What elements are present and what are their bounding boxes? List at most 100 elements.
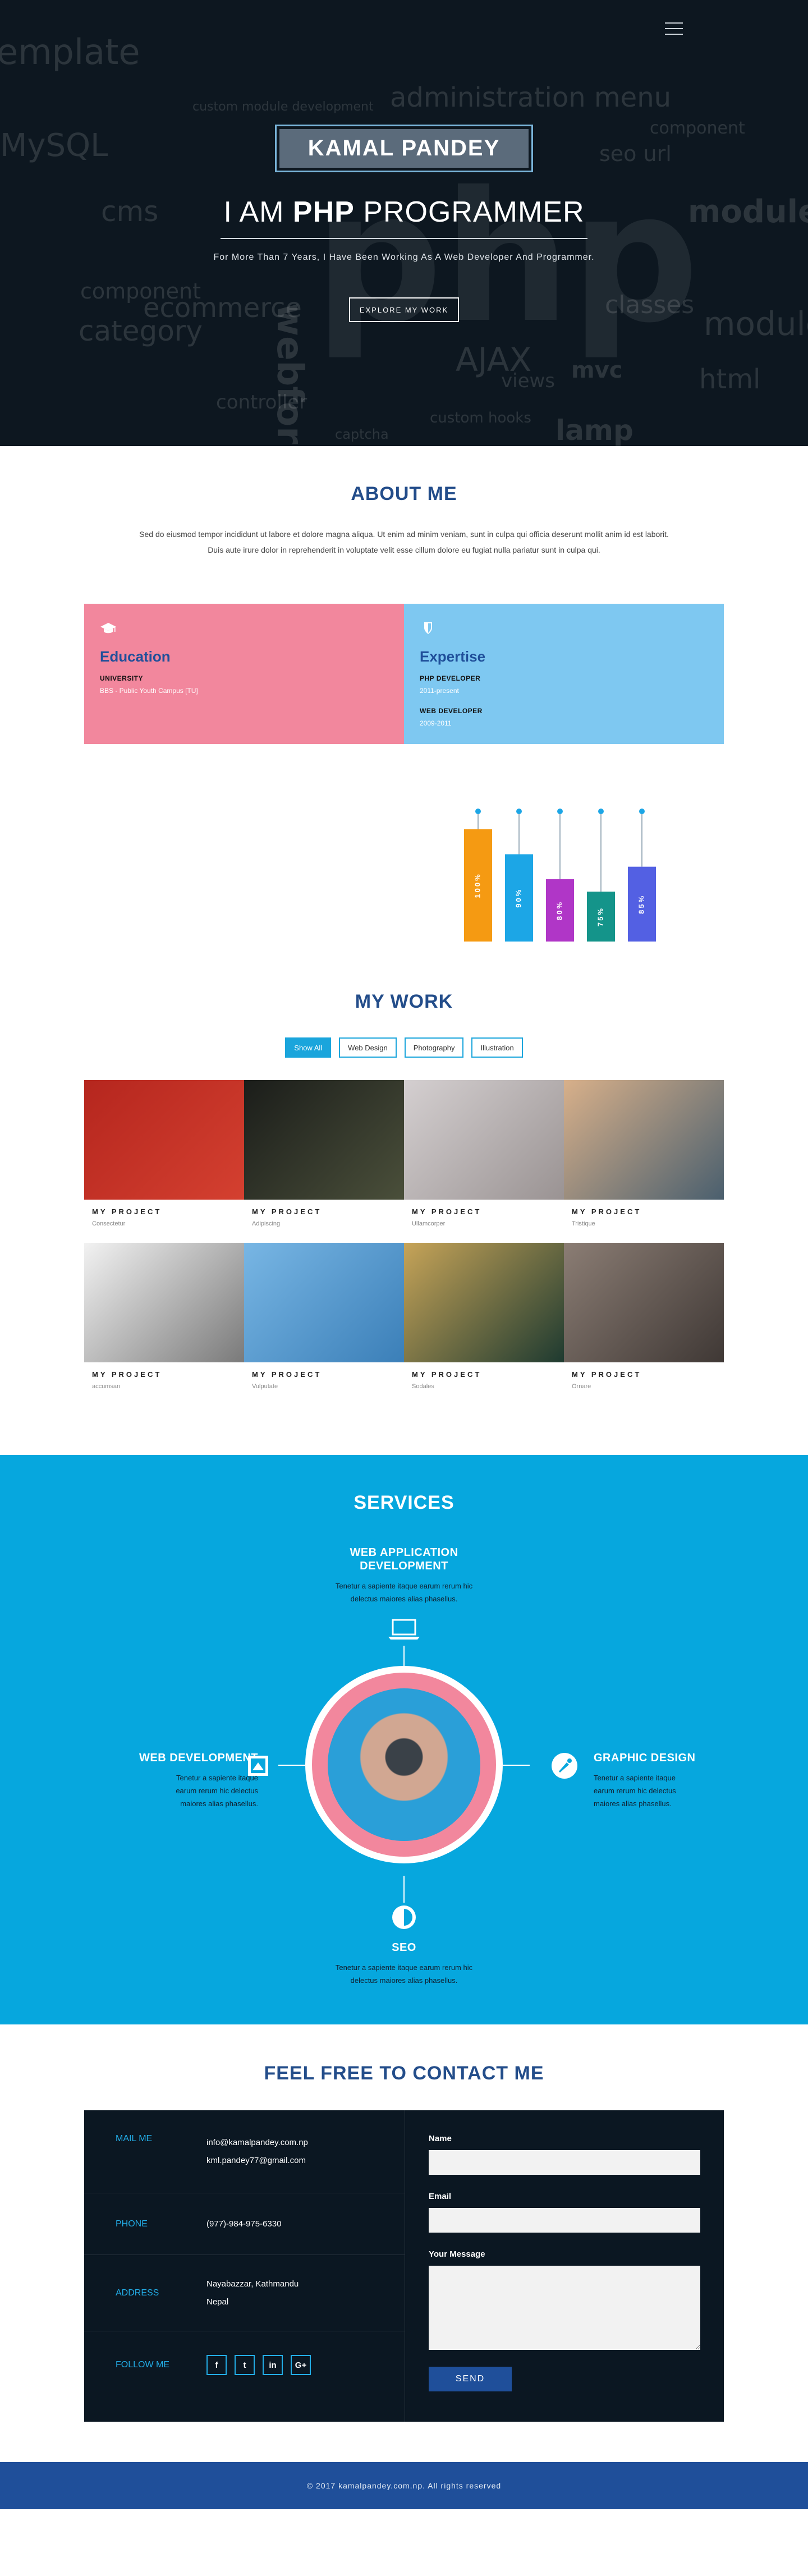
service-web-dev: WEB DEVELOPMENT Tenetur a sapiente itaqu…: [101, 1751, 258, 1810]
project-caption: MY PROJECT accumsan: [84, 1362, 244, 1390]
project-title: MY PROJECT: [572, 1207, 642, 1216]
name-input[interactable]: [429, 2150, 700, 2175]
expertise-title: Expertise: [420, 648, 486, 665]
project-tile[interactable]: MY PROJECT Adipiscing: [244, 1080, 404, 1227]
project-title: MY PROJECT: [412, 1207, 482, 1216]
filter-illustration[interactable]: Illustration: [471, 1037, 523, 1058]
follow-label: FOLLOW ME: [116, 2360, 170, 2370]
skill-bar-label: 85%: [637, 894, 645, 914]
hero-title: I AM PHP PROGRAMMER: [0, 195, 808, 229]
skill-bar-label: 100%: [473, 873, 481, 898]
expertise-row-2: 2011-present: [420, 687, 459, 695]
expertise-row-4: 2009-2011: [420, 719, 452, 727]
service-web-dev-text-1: Tenetur a sapiente itaque: [176, 1774, 258, 1782]
footer-text: © 2017 kamalpandey.com.np. All rights re…: [306, 2481, 502, 2490]
education-row-2: BBS - Public Youth Campus [TU]: [100, 687, 198, 695]
title-pre: I AM: [223, 196, 284, 228]
shield-icon: [424, 622, 432, 634]
filter-web-design[interactable]: Web Design: [339, 1037, 397, 1058]
project-image[interactable]: [244, 1080, 404, 1200]
contact-mail-row: MAIL ME info@kamalpandey.com.np kml.pand…: [84, 2110, 405, 2193]
project-tile[interactable]: MY PROJECT Tristique: [564, 1080, 724, 1227]
project-subtitle: Adipiscing: [252, 1220, 281, 1227]
project-caption: MY PROJECT Ullamcorper: [404, 1200, 564, 1227]
google-plus-icon[interactable]: G+: [291, 2355, 311, 2375]
education-title: Education: [100, 648, 171, 665]
project-caption: MY PROJECT Sodales: [404, 1362, 564, 1390]
cloud-word: mvc: [571, 357, 623, 383]
facebook-icon[interactable]: f: [206, 2355, 227, 2375]
title-post: PROGRAMMER: [363, 196, 585, 228]
about-line-1: Sed do eiusmod tempor incididunt ut labo…: [139, 530, 669, 539]
phone-value: (977)-984-975-6330: [206, 2219, 282, 2229]
project-tile[interactable]: MY PROJECT Consectetur: [84, 1080, 244, 1227]
bar-marker: [475, 809, 481, 814]
cloud-word: module: [704, 305, 808, 343]
mail-1[interactable]: info@kamalpandey.com.np: [206, 2134, 308, 2152]
send-button[interactable]: SEND: [429, 2367, 512, 2391]
project-caption: MY PROJECT Ornare: [564, 1362, 724, 1390]
title-divider: [221, 238, 587, 239]
skill-bar-label: 90%: [514, 888, 522, 908]
project-grid: MY PROJECT Consectetur MY PROJECT Adipiscin…: [0, 1080, 808, 1390]
hero-subtitle: For More Than 7 Years, I Have Been Worki…: [213, 252, 595, 262]
project-image[interactable]: [564, 1080, 724, 1200]
email-input[interactable]: [429, 2208, 700, 2233]
linkedin-icon[interactable]: in: [263, 2355, 283, 2375]
project-title: MY PROJECT: [92, 1207, 162, 1216]
project-image[interactable]: [564, 1243, 724, 1362]
project-tile[interactable]: MY PROJECT Sodales: [404, 1243, 564, 1390]
smartwatch-image: [328, 1688, 480, 1841]
cloud-word: emplate: [0, 31, 140, 72]
cloud-word: component: [650, 118, 745, 138]
about-text: Sed do eiusmod tempor incididunt ut labo…: [0, 526, 808, 558]
filter-photography[interactable]: Photography: [404, 1037, 464, 1058]
explore-work-button[interactable]: EXPLORE MY WORK: [349, 297, 459, 322]
twitter-icon[interactable]: t: [235, 2355, 255, 2375]
project-image[interactable]: [404, 1080, 564, 1200]
project-subtitle: Ornare: [572, 1383, 591, 1390]
project-title: MY PROJECT: [252, 1207, 322, 1216]
phone-label: PHONE: [116, 2219, 148, 2229]
project-tile[interactable]: MY PROJECT Ullamcorper: [404, 1080, 564, 1227]
education-row-1: UNIVERSITY: [100, 674, 144, 682]
mail-label: MAIL ME: [116, 2134, 153, 2143]
service-web-dev-title: WEB DEVELOPMENT: [139, 1752, 258, 1764]
expertise-row-3: WEB DEVELOPER: [420, 707, 483, 715]
bar-marker: [516, 809, 522, 814]
cloud-word: html: [699, 364, 761, 395]
mail-2[interactable]: kml.pandey77@gmail.com: [206, 2152, 308, 2170]
contact-phone-row: PHONE (977)-984-975-6330: [84, 2193, 405, 2255]
skill-bar-label: 75%: [596, 907, 604, 926]
expertise-card: Expertise PHP DEVELOPER 2011-present WEB…: [404, 604, 724, 744]
project-caption: MY PROJECT Consectetur: [84, 1200, 244, 1227]
info-cards: Education UNIVERSITY BBS - Public Youth …: [84, 604, 724, 744]
cloud-word: custom module development: [192, 100, 374, 114]
skill-bar-label: 80%: [555, 901, 563, 920]
project-image[interactable]: [84, 1080, 244, 1200]
project-image[interactable]: [244, 1243, 404, 1362]
cloud-word: custom hooks: [430, 410, 531, 426]
project-title: MY PROJECT: [412, 1370, 482, 1379]
service-graphic-title: GRAPHIC DESIGN: [594, 1752, 696, 1764]
project-subtitle: Vulputate: [252, 1383, 278, 1390]
service-web-app: WEB APPLICATION DEVELOPMENT Tenetur a sa…: [292, 1546, 516, 1605]
work-filters: Show All Web Design Photography Illustra…: [0, 1037, 808, 1058]
project-tile[interactable]: MY PROJECT accumsan: [84, 1243, 244, 1390]
project-caption: MY PROJECT Vulputate: [244, 1362, 404, 1390]
cloud-word: captcha: [335, 426, 389, 442]
bar-marker: [639, 809, 645, 814]
project-tile[interactable]: MY PROJECT Vulputate: [244, 1243, 404, 1390]
menu-hamburger-icon[interactable]: [665, 22, 683, 37]
project-image[interactable]: [404, 1243, 564, 1362]
service-web-app-text-1: Tenetur a sapiente itaque earum rerum hi…: [335, 1582, 473, 1590]
connector-bottom: [403, 1876, 405, 1903]
laptop-icon: [388, 1619, 420, 1640]
email-label: Email: [429, 2192, 452, 2201]
graduation-cap-icon: [100, 623, 116, 633]
project-image[interactable]: [84, 1243, 244, 1362]
project-tile[interactable]: MY PROJECT Ornare: [564, 1243, 724, 1390]
message-label: Your Message: [429, 2249, 485, 2259]
message-input[interactable]: [429, 2266, 700, 2350]
filter-show-all[interactable]: Show All: [285, 1037, 332, 1058]
